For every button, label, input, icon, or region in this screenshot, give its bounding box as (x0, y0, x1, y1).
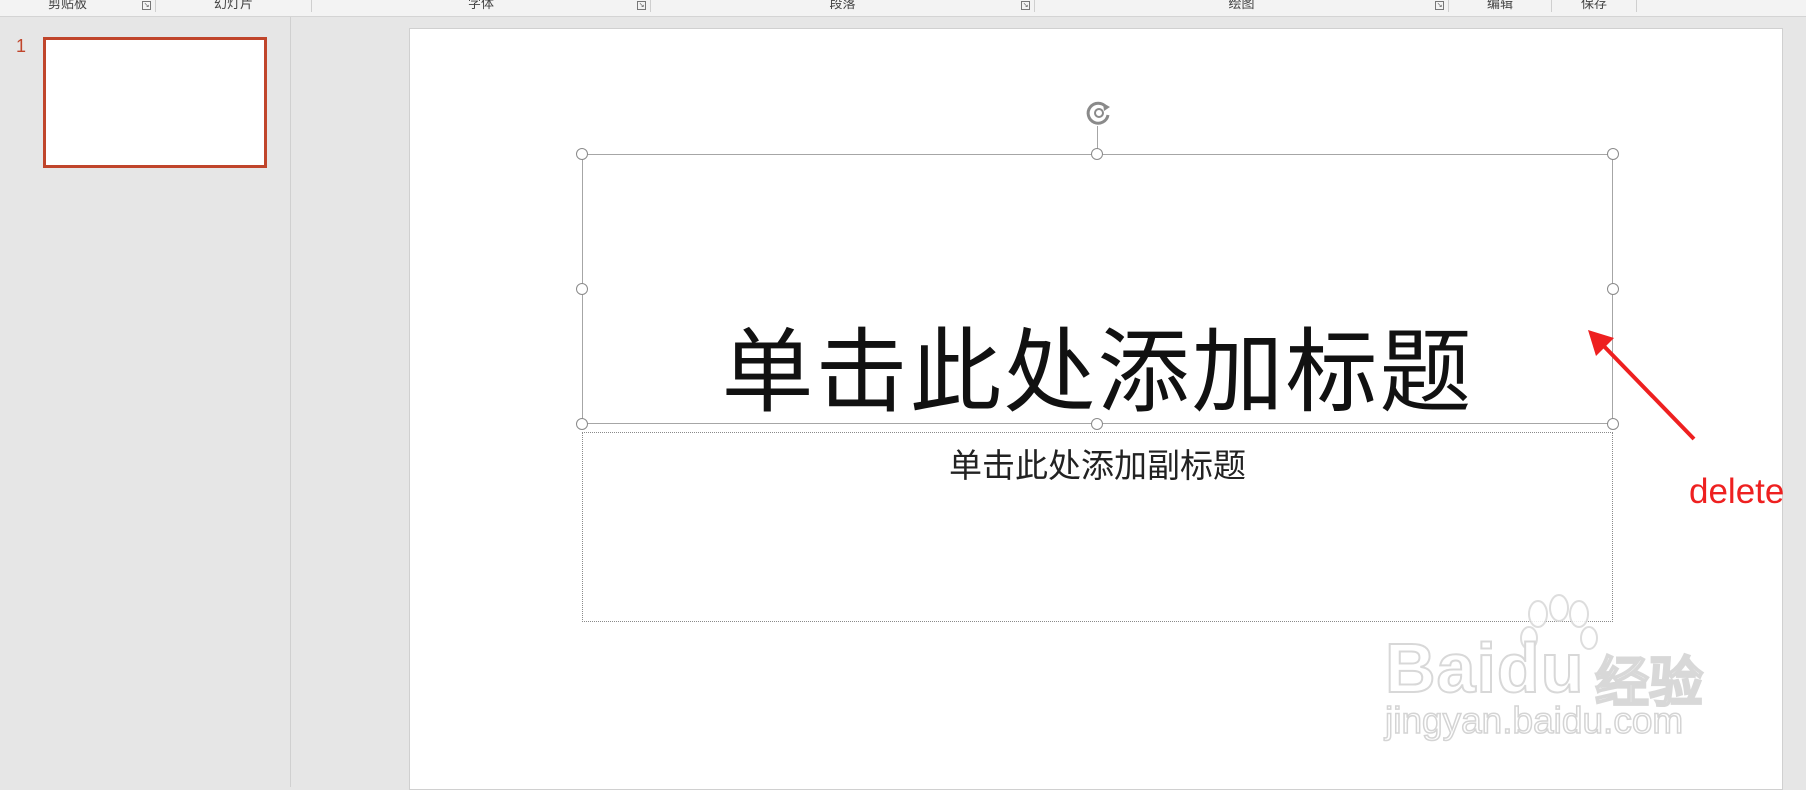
resize-handle-top[interactable] (1091, 148, 1103, 160)
ribbon-group-label: 绘图 (1228, 0, 1255, 11)
watermark-brand: Baidu (1384, 628, 1585, 708)
ribbon-group-label: 字体 (467, 0, 494, 11)
launcher-icon[interactable]: ↘ (1435, 1, 1444, 10)
ribbon-group-drawing: 绘图 ↘ (1035, 0, 1448, 16)
ribbon-group-clipboard: 剪贴板 ↘ (0, 0, 155, 16)
ribbon-group-font: 字体 ↘ (312, 0, 650, 16)
launcher-icon[interactable]: ↘ (142, 1, 151, 10)
watermark-url: jingyan.baidu.com (1384, 699, 1684, 742)
title-placeholder-text[interactable]: 单击此处添加标题 (583, 323, 1612, 423)
resize-handle-right[interactable] (1607, 283, 1619, 295)
resize-handle-left[interactable] (576, 283, 588, 295)
launcher-icon[interactable]: ↘ (1021, 1, 1030, 10)
ribbon-group-editing: 编辑 (1449, 0, 1551, 16)
ribbon-group-label: 段落 (829, 0, 856, 11)
resize-handle-top-right[interactable] (1607, 148, 1619, 160)
ribbon-group-label: 保存 (1580, 0, 1607, 11)
ribbon-group-labels: 剪贴板 ↘ 幻灯片 字体 ↘ 段落 ↘ 绘图 ↘ 编辑 保存 (0, 0, 1806, 17)
ribbon-group-label: 剪贴板 (47, 0, 87, 11)
rotate-handle-icon[interactable] (1084, 98, 1114, 128)
arrow-icon (1588, 330, 1696, 441)
title-placeholder[interactable]: 单击此处添加标题 (582, 154, 1613, 424)
slide-thumbnail[interactable] (43, 37, 267, 168)
ribbon-group-paragraph: 段落 ↘ (651, 0, 1034, 16)
ribbon-group-label: 幻灯片 (213, 0, 253, 11)
subtitle-placeholder-text[interactable]: 单击此处添加副标题 (583, 439, 1612, 487)
ribbon-separator (1636, 0, 1637, 12)
slide-thumbnail-pane[interactable]: 1 (0, 17, 291, 787)
ribbon-group-slides: 幻灯片 (156, 0, 311, 16)
launcher-icon[interactable]: ↘ (637, 1, 646, 10)
annotation-label: delete (1689, 472, 1785, 511)
resize-handle-bottom[interactable] (1091, 418, 1103, 430)
ribbon-group-label: 编辑 (1486, 0, 1513, 11)
slide-number: 1 (16, 36, 27, 56)
resize-handle-top-left[interactable] (576, 148, 588, 160)
resize-handle-bottom-left[interactable] (576, 418, 588, 430)
ribbon-group-save: 保存 (1552, 0, 1636, 16)
